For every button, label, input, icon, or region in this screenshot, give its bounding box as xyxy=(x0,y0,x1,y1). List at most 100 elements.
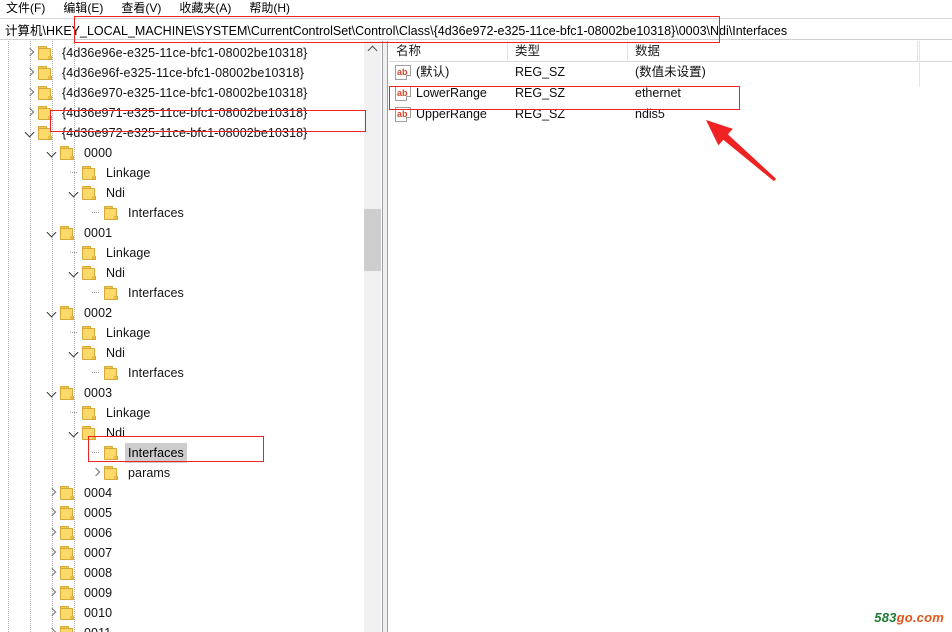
address-bar[interactable]: 计算机\HKEY_LOCAL_MACHINE\SYSTEM\CurrentCon… xyxy=(0,18,952,40)
tree-leaf-marker xyxy=(66,323,82,343)
folder-icon xyxy=(38,86,54,100)
tree-node-linkage[interactable]: Linkage xyxy=(0,163,382,183)
tree-node-0010[interactable]: 0010 xyxy=(0,603,382,623)
chevron-down-icon[interactable] xyxy=(66,343,82,363)
tree-node-4d36e971e32511cebfc10800[interactable]: {4d36e971-e325-11ce-bfc1-08002be10318} xyxy=(0,103,382,123)
tree-node-label: 0004 xyxy=(84,486,113,500)
folder-icon xyxy=(60,506,76,520)
tree-node-label: {4d36e972-e325-11ce-bfc1-08002be10318} xyxy=(62,126,308,140)
string-value-icon xyxy=(395,86,411,101)
tree-node-interfaces[interactable]: Interfaces xyxy=(0,203,382,223)
column-header-name[interactable]: 名称 xyxy=(389,41,508,62)
value-data: (数值未设置) xyxy=(635,65,706,79)
registry-tree[interactable]: {4d36e96e-e325-11ce-bfc1-08002be10318} {4… xyxy=(0,41,382,632)
tree-leaf-marker xyxy=(66,163,82,183)
tree-node-0007[interactable]: 0007 xyxy=(0,543,382,563)
chevron-down-icon[interactable] xyxy=(44,383,60,403)
table-row[interactable]: LowerRange REG_SZ ethernet xyxy=(389,83,952,104)
menu-help[interactable]: 帮助(H) xyxy=(249,0,299,16)
tree-node-label: 0009 xyxy=(84,586,113,600)
chevron-right-icon[interactable] xyxy=(44,523,60,543)
chevron-right-icon[interactable] xyxy=(44,583,60,603)
string-value-icon xyxy=(395,65,411,80)
column-header-type[interactable]: 类型 xyxy=(508,41,628,62)
folder-icon xyxy=(60,306,76,320)
chevron-down-icon[interactable] xyxy=(44,223,60,243)
table-row[interactable]: (默认) REG_SZ (数值未设置) xyxy=(389,62,952,83)
tree-node-label: Linkage xyxy=(106,166,151,180)
tree-node-0002[interactable]: 0002 xyxy=(0,303,382,323)
tree-node-label: 0000 xyxy=(84,146,113,160)
chevron-right-icon[interactable] xyxy=(22,83,38,103)
tree-node-0004[interactable]: 0004 xyxy=(0,483,382,503)
chevron-right-icon[interactable] xyxy=(44,483,60,503)
menu-view[interactable]: 查看(V) xyxy=(121,0,170,16)
chevron-down-icon[interactable] xyxy=(66,183,82,203)
tree-node-interfaces[interactable]: Interfaces xyxy=(0,363,382,383)
tree-node-ndi[interactable]: Ndi xyxy=(0,423,382,443)
chevron-down-icon[interactable] xyxy=(44,143,60,163)
tree-node-0001[interactable]: 0001 xyxy=(0,223,382,243)
tree-node-4d36e970e32511cebfc10800[interactable]: {4d36e970-e325-11ce-bfc1-08002be10318} xyxy=(0,83,382,103)
menu-file[interactable]: 文件(F) xyxy=(6,0,54,16)
tree-node-label: Interfaces xyxy=(128,206,184,220)
folder-icon xyxy=(104,366,120,380)
tree-node-interfaces[interactable]: Interfaces xyxy=(0,443,382,463)
folder-icon xyxy=(60,146,76,160)
tree-node-ndi[interactable]: Ndi xyxy=(0,183,382,203)
chevron-right-icon[interactable] xyxy=(22,103,38,123)
value-name: (默认) xyxy=(416,65,450,79)
registry-values-pane[interactable]: 名称类型数据 (默认) REG_SZ (数值未设置) LowerRange REG_SZ… xyxy=(389,41,952,632)
value-type: REG_SZ xyxy=(515,65,566,79)
chevron-right-icon[interactable] xyxy=(22,63,38,83)
tree-node-0008[interactable]: 0008 xyxy=(0,563,382,583)
tree-node-0009[interactable]: 0009 xyxy=(0,583,382,603)
folder-icon xyxy=(38,66,54,80)
tree-scrollbar[interactable] xyxy=(364,41,381,632)
menu-edit[interactable]: 编辑(E) xyxy=(63,0,112,16)
tree-node-label: Interfaces xyxy=(125,443,187,463)
tree-node-linkage[interactable]: Linkage xyxy=(0,323,382,343)
tree-node-0006[interactable]: 0006 xyxy=(0,523,382,543)
tree-node-ndi[interactable]: Ndi xyxy=(0,343,382,363)
scroll-up-icon[interactable] xyxy=(364,41,381,58)
chevron-right-icon[interactable] xyxy=(44,563,60,583)
menu-favorites[interactable]: 收藏夹(A) xyxy=(179,0,240,16)
tree-node-4d36e972e32511cebfc10800[interactable]: {4d36e972-e325-11ce-bfc1-08002be10318} xyxy=(0,123,382,143)
value-data: ethernet xyxy=(635,86,681,100)
tree-node-linkage[interactable]: Linkage xyxy=(0,243,382,263)
tree-node-0000[interactable]: 0000 xyxy=(0,143,382,163)
chevron-right-icon[interactable] xyxy=(22,43,38,63)
tree-node-params[interactable]: params xyxy=(0,463,382,483)
scrollbar-thumb[interactable] xyxy=(364,209,381,271)
chevron-down-icon[interactable] xyxy=(66,423,82,443)
chevron-down-icon[interactable] xyxy=(44,303,60,323)
chevron-right-icon[interactable] xyxy=(44,603,60,623)
tree-leaf-marker xyxy=(88,283,104,303)
values-column-header[interactable]: 名称 类型 数据 xyxy=(389,41,952,62)
tree-node-linkage[interactable]: Linkage xyxy=(0,403,382,423)
tree-node-0005[interactable]: 0005 xyxy=(0,503,382,523)
chevron-right-icon[interactable] xyxy=(44,543,60,563)
tree-node-4d36e96ee32511cebfc10800[interactable]: {4d36e96e-e325-11ce-bfc1-08002be10318} xyxy=(0,43,382,63)
registry-tree-pane[interactable]: {4d36e96e-e325-11ce-bfc1-08002be10318} {4… xyxy=(0,41,383,632)
tree-leaf-marker xyxy=(66,243,82,263)
column-header-data[interactable]: 数据 xyxy=(628,41,918,62)
tree-node-0003[interactable]: 0003 xyxy=(0,383,382,403)
tree-node-0011[interactable]: 0011 xyxy=(0,623,382,632)
tree-node-ndi[interactable]: Ndi xyxy=(0,263,382,283)
table-row[interactable]: UpperRange REG_SZ ndis5 xyxy=(389,104,952,125)
values-list[interactable]: (默认) REG_SZ (数值未设置) LowerRangeREG_SZetherne… xyxy=(389,62,952,125)
tree-node-4d36e96fe32511cebfc10800[interactable]: {4d36e96f-e325-11ce-bfc1-08002be10318} xyxy=(0,63,382,83)
tree-node-label: Interfaces xyxy=(128,366,184,380)
chevron-down-icon[interactable] xyxy=(66,263,82,283)
chevron-down-icon[interactable] xyxy=(22,123,38,143)
tree-node-interfaces[interactable]: Interfaces xyxy=(0,283,382,303)
chevron-right-icon[interactable] xyxy=(44,503,60,523)
chevron-right-icon[interactable] xyxy=(88,463,104,483)
tree-node-label: 0007 xyxy=(84,546,113,560)
tree-node-label: Interfaces xyxy=(128,286,184,300)
chevron-right-icon[interactable] xyxy=(44,623,60,632)
pane-splitter[interactable] xyxy=(383,41,388,632)
folder-icon xyxy=(104,286,120,300)
